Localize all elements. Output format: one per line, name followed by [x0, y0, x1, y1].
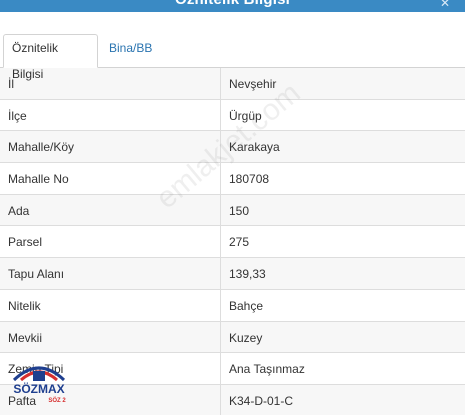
tab-bar: Öznitelik Bilgisi Bina/BB Listesi [0, 12, 465, 81]
attr-key-ada: Ada [8, 203, 30, 218]
window-title: Öznitelik Bilgisi [0, 0, 465, 8]
attr-value-mevkii: Kuzey [229, 330, 263, 345]
attr-value-mahalle-no: 180708 [229, 172, 270, 187]
attr-key-ilce: İlçe [8, 108, 27, 123]
attr-key-mahalle-no: Mahalle No [8, 172, 69, 187]
column-divider [220, 68, 221, 99]
attr-value-nitelik: Bahçe [229, 298, 264, 313]
column-divider [220, 226, 221, 258]
attr-key-mahalle-koy: Mahalle/Köy [8, 140, 75, 155]
table-row: Mahalle No 180708 [0, 163, 465, 195]
column-divider [220, 163, 221, 194]
attr-value-tapu-alani: 139,33 [229, 267, 266, 282]
table-row: Ada 150 [0, 194, 465, 227]
column-divider [220, 384, 221, 415]
table-row: Mevkii Kuzey [0, 321, 465, 354]
attr-value-ada: 150 [229, 203, 250, 218]
tab-building-list[interactable]: Bina/BB Listesi [100, 34, 196, 81]
column-divider [220, 258, 221, 289]
attr-value-mahalle-koy: Karakaya [229, 140, 280, 155]
attr-value-il: Nevşehir [229, 77, 277, 91]
attr-value-parsel: 275 [229, 235, 250, 250]
table-row: İlçe Ürgüp [0, 99, 465, 132]
attr-key-nitelik: Nitelik [8, 298, 41, 313]
tab-attribute-info[interactable]: Öznitelik Bilgisi [3, 34, 98, 81]
table-row: İl Nevşehir [0, 68, 465, 100]
attr-key-zemin-tipi: Zemin Tipi [8, 362, 64, 377]
attr-key-parsel: Parsel [8, 235, 43, 250]
close-icon[interactable]: ✕ [439, 0, 451, 9]
attr-value-zemin-tipi: Ana Taşınmaz [229, 362, 305, 377]
table-row: Nitelik Bahçe [0, 289, 465, 322]
attr-key-pafta: Pafta [8, 393, 37, 408]
attr-key-tapu-alani: Tapu Alanı [8, 267, 65, 282]
column-divider [220, 289, 221, 321]
column-divider [220, 321, 221, 353]
table-row: Zemin Tipi Ana Taşınmaz [0, 353, 465, 385]
attr-value-ilce: Ürgüp [229, 108, 262, 123]
column-divider [220, 194, 221, 226]
attr-value-pafta: K34-D-01-C [229, 393, 294, 408]
table-row: Pafta K34-D-01-C [0, 384, 465, 415]
table-row: Mahalle/Köy Karakaya [0, 131, 465, 164]
column-divider [220, 353, 221, 384]
attribute-table: İl Nevşehir İlçe Ürgüp Mahalle/Köy Karak… [0, 68, 465, 415]
attr-key-mevkii: Mevkii [8, 330, 43, 345]
table-row: Parsel 275 [0, 226, 465, 259]
column-divider [220, 99, 221, 131]
table-row: Tapu Alanı 139,33 [0, 258, 465, 290]
window-titlebar: Öznitelik Bilgisi ✕ [0, 0, 465, 12]
attribute-info-window: Öznitelik Bilgisi ✕ Öznitelik Bilgisi Bi… [0, 0, 465, 415]
column-divider [220, 131, 221, 163]
